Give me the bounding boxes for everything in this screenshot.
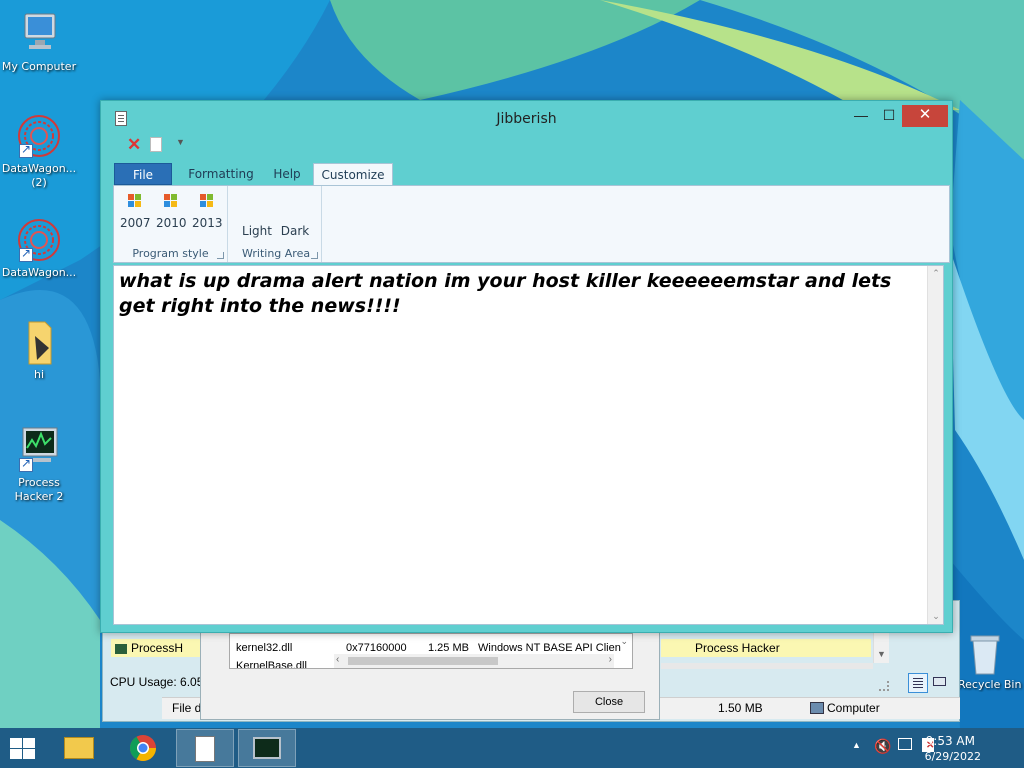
modules-list[interactable]: kernel32.dll 0x77160000 1.25 MB Windows … xyxy=(229,633,633,669)
clock-time[interactable]: 9:53 AM xyxy=(849,734,975,748)
chevron-down-icon[interactable]: ▼ xyxy=(176,137,185,147)
recycle-bin-icon xyxy=(965,630,1005,676)
light-button[interactable]: Light xyxy=(240,224,274,238)
modules-dialog[interactable]: kernel32.dll 0x77160000 1.25 MB Windows … xyxy=(200,628,660,720)
minimize-button[interactable]: — xyxy=(849,105,873,127)
desktop-icon-label: DataWagon... (2) xyxy=(1,162,77,189)
editor-content[interactable]: what is up drama alert nation im your ho… xyxy=(119,269,913,319)
shortcut-arrow-icon xyxy=(19,246,33,262)
taskbar-jibberish[interactable] xyxy=(176,729,234,767)
window-title: Jibberish xyxy=(496,111,557,127)
desktop-icon-my-computer[interactable]: My Computer xyxy=(0,10,78,74)
button-label: 2010 xyxy=(156,216,187,230)
desktop-icon-datawagon[interactable]: DataWagon... xyxy=(0,216,78,280)
quick-access-toolbar: ✕ ▼ xyxy=(113,135,313,153)
module-size: 1.25 MB xyxy=(428,642,469,654)
cpu-usage-label: CPU Usage: 6.05 xyxy=(110,675,204,689)
view-tiles-icon[interactable] xyxy=(931,673,949,691)
computer-icon xyxy=(15,10,63,58)
desktop-icon-process-hacker[interactable]: Process Hacker 2 xyxy=(0,426,78,504)
style-2013-button[interactable]: 2013 xyxy=(192,194,223,230)
chrome-icon xyxy=(129,735,157,762)
resize-grip-icon[interactable] xyxy=(879,681,889,691)
office-icon xyxy=(128,194,142,208)
jibberish-window[interactable]: Jibberish — ☐ ✕ ✕ ▼ File Formatting Help… xyxy=(100,100,953,633)
scroll-left-icon: ‹ xyxy=(336,654,340,665)
scroll-down-icon: ⌄ xyxy=(620,636,628,646)
desktop-icon-hi[interactable]: hi xyxy=(0,318,78,382)
ribbon-tabs: File Formatting Help Customize xyxy=(113,161,950,186)
folder-icon xyxy=(64,737,94,759)
process-icon xyxy=(115,643,127,654)
scroll-right-icon: › xyxy=(608,654,612,665)
dark-button[interactable]: Dark xyxy=(278,224,312,238)
system-tray: ▲ 🔇 ✕ 9:53 AM 6/29/2022 xyxy=(848,728,1024,768)
group-program-style: 2007 2010 2013 Program style xyxy=(114,186,228,262)
process-name: ProcessH xyxy=(131,641,184,655)
module-description: Windows NT BASE API Clien xyxy=(478,642,621,654)
scroll-thumb[interactable] xyxy=(348,657,498,665)
desktop-icon-label: Process Hacker 2 xyxy=(14,476,64,503)
folder-icon xyxy=(15,318,63,366)
delete-icon[interactable]: ✕ xyxy=(127,136,141,153)
maximize-button[interactable]: ☐ xyxy=(877,105,901,127)
tab-customize[interactable]: Customize xyxy=(313,163,393,186)
taskbar-file-explorer[interactable] xyxy=(50,729,108,767)
file-details-label: File d xyxy=(172,701,202,715)
computer-label: Computer xyxy=(827,701,880,715)
desktop-icon-label: My Computer xyxy=(1,60,77,73)
tab-file[interactable]: File xyxy=(114,163,172,185)
group-label: Writing Area xyxy=(242,247,311,260)
group-writing-area: Light Dark Writing Area xyxy=(228,186,322,262)
computer-icon xyxy=(810,702,824,714)
module-base: 0x77160000 xyxy=(346,642,407,654)
process-hacker-icon xyxy=(253,737,281,759)
clock-date[interactable]: 6/29/2022 xyxy=(849,750,981,763)
shortcut-arrow-icon xyxy=(19,142,33,158)
text-editor[interactable]: what is up drama alert nation im your ho… xyxy=(113,265,944,625)
scroll-down-icon: ▼ xyxy=(877,649,886,659)
scroll-down-icon[interactable]: ⌄ xyxy=(928,611,944,622)
process-row-left[interactable]: ProcessH xyxy=(111,639,203,657)
process-list-hscroll[interactable] xyxy=(661,663,873,669)
process-description: Process Hacker xyxy=(695,641,780,655)
desktop-icon-datawagon-2[interactable]: DataWagon... (2) xyxy=(0,112,78,190)
office-icon xyxy=(200,194,214,208)
windows-logo-icon xyxy=(10,738,22,748)
close-button[interactable]: Close xyxy=(573,691,645,713)
ribbon-panel: 2007 2010 2013 Program style Light Dark … xyxy=(113,185,950,263)
document-icon xyxy=(195,736,215,762)
button-label: 2013 xyxy=(192,216,223,230)
editor-vertical-scrollbar[interactable]: ⌃ ⌄ xyxy=(927,266,943,624)
new-document-icon[interactable] xyxy=(150,137,162,152)
tab-formatting[interactable]: Formatting xyxy=(187,163,255,185)
dialog-launcher-icon[interactable] xyxy=(311,252,318,259)
datawagon-icon xyxy=(15,112,63,160)
office-icon xyxy=(164,194,178,208)
style-2010-button[interactable]: 2010 xyxy=(156,194,187,230)
desktop-icon-label: hi xyxy=(33,368,45,381)
module-name: kernel32.dll xyxy=(236,642,293,654)
file-size-label: 1.50 MB xyxy=(718,701,763,715)
button-label: 2007 xyxy=(120,216,151,230)
process-list-scrollbar[interactable]: ▼ xyxy=(873,633,889,663)
dialog-launcher-icon[interactable] xyxy=(217,252,224,259)
scroll-up-icon[interactable]: ⌃ xyxy=(928,268,944,279)
tab-help[interactable]: Help xyxy=(269,163,305,185)
close-window-button[interactable]: ✕ xyxy=(902,105,948,127)
view-details-icon[interactable] xyxy=(908,673,928,693)
group-label: Program style xyxy=(132,247,209,260)
process-row-right[interactable]: Process Hacker xyxy=(661,639,871,657)
shortcut-arrow-icon xyxy=(19,456,33,472)
taskbar-process-hacker[interactable] xyxy=(238,729,296,767)
start-button[interactable] xyxy=(10,738,36,760)
process-hacker-icon xyxy=(15,426,63,474)
modules-hscroll[interactable]: ‹ › xyxy=(334,654,614,668)
style-2007-button[interactable]: 2007 xyxy=(120,194,151,230)
module-name: KernelBase.dll xyxy=(236,660,307,669)
desktop-icon-label: DataWagon... xyxy=(1,266,77,279)
datawagon-icon xyxy=(15,216,63,264)
title-bar[interactable]: Jibberish — ☐ ✕ xyxy=(101,101,952,133)
taskbar-chrome[interactable] xyxy=(114,729,172,767)
